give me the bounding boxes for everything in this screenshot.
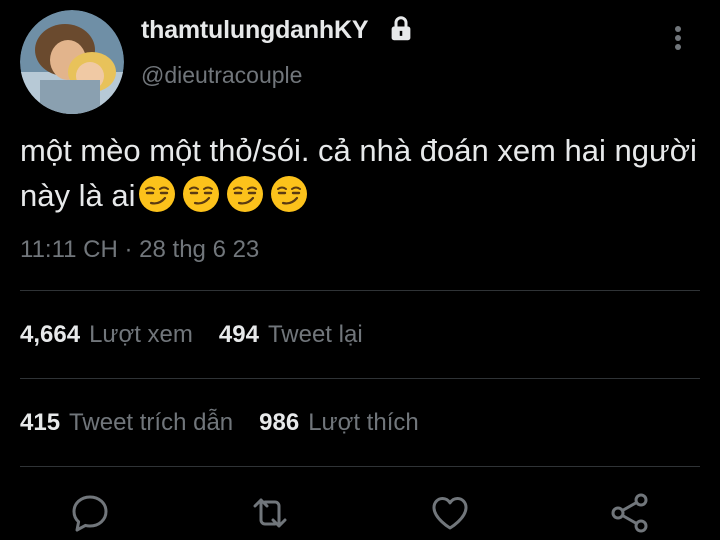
avatar[interactable] [20,10,124,114]
tweet-date: 28 thg 6 23 [139,236,260,263]
more-options-icon[interactable] [664,24,692,52]
quotes-label[interactable]: Tweet trích dẫn [69,409,233,437]
stats-row-1: 4,664 Lượt xem 494 Tweet lại [20,321,389,349]
lock-icon [386,14,416,44]
retweet-button[interactable] [248,491,292,535]
reply-icon [72,495,108,532]
quotes-count[interactable]: 415 [20,409,60,437]
tweet-text: một mèo một thỏ/sói. cả nhà đoán xem hai… [20,128,710,218]
user-handle[interactable]: @dieutracouple [141,62,302,89]
like-button[interactable] [428,491,472,535]
emoji-row [137,174,309,214]
display-name[interactable]: thamtulungdanhKY [141,16,369,45]
like-icon [432,497,468,530]
retweets-count[interactable]: 494 [219,321,259,349]
views-count[interactable]: 4,664 [20,321,80,349]
meta-separator: · [124,236,133,263]
share-button[interactable] [608,491,652,535]
share-icon [611,493,648,533]
reply-button[interactable] [68,491,112,535]
tweet-time: 11:11 CH [20,236,118,263]
smirking-face-emoji [271,176,308,212]
tweet-body: một mèo một thỏ/sói. cả nhà đoán xem hai… [20,133,697,213]
stats-row-2: 415 Tweet trích dẫn 986 Lượt thích [20,409,445,437]
retweets-label[interactable]: Tweet lại [268,321,363,349]
avatar-image [20,10,124,114]
likes-count[interactable]: 986 [259,409,299,437]
divider [20,466,700,467]
smirking-face-emoji [139,176,176,212]
views-label[interactable]: Lượt xem [89,321,193,349]
divider [20,378,700,379]
smirking-face-emoji [227,176,264,212]
smirking-face-emoji [183,176,220,212]
likes-label[interactable]: Lượt thích [308,409,419,437]
retweet-icon [253,498,287,528]
divider [20,290,700,291]
tweet-timestamp[interactable]: 11:11 CH · 28 thg 6 23 [20,236,259,264]
